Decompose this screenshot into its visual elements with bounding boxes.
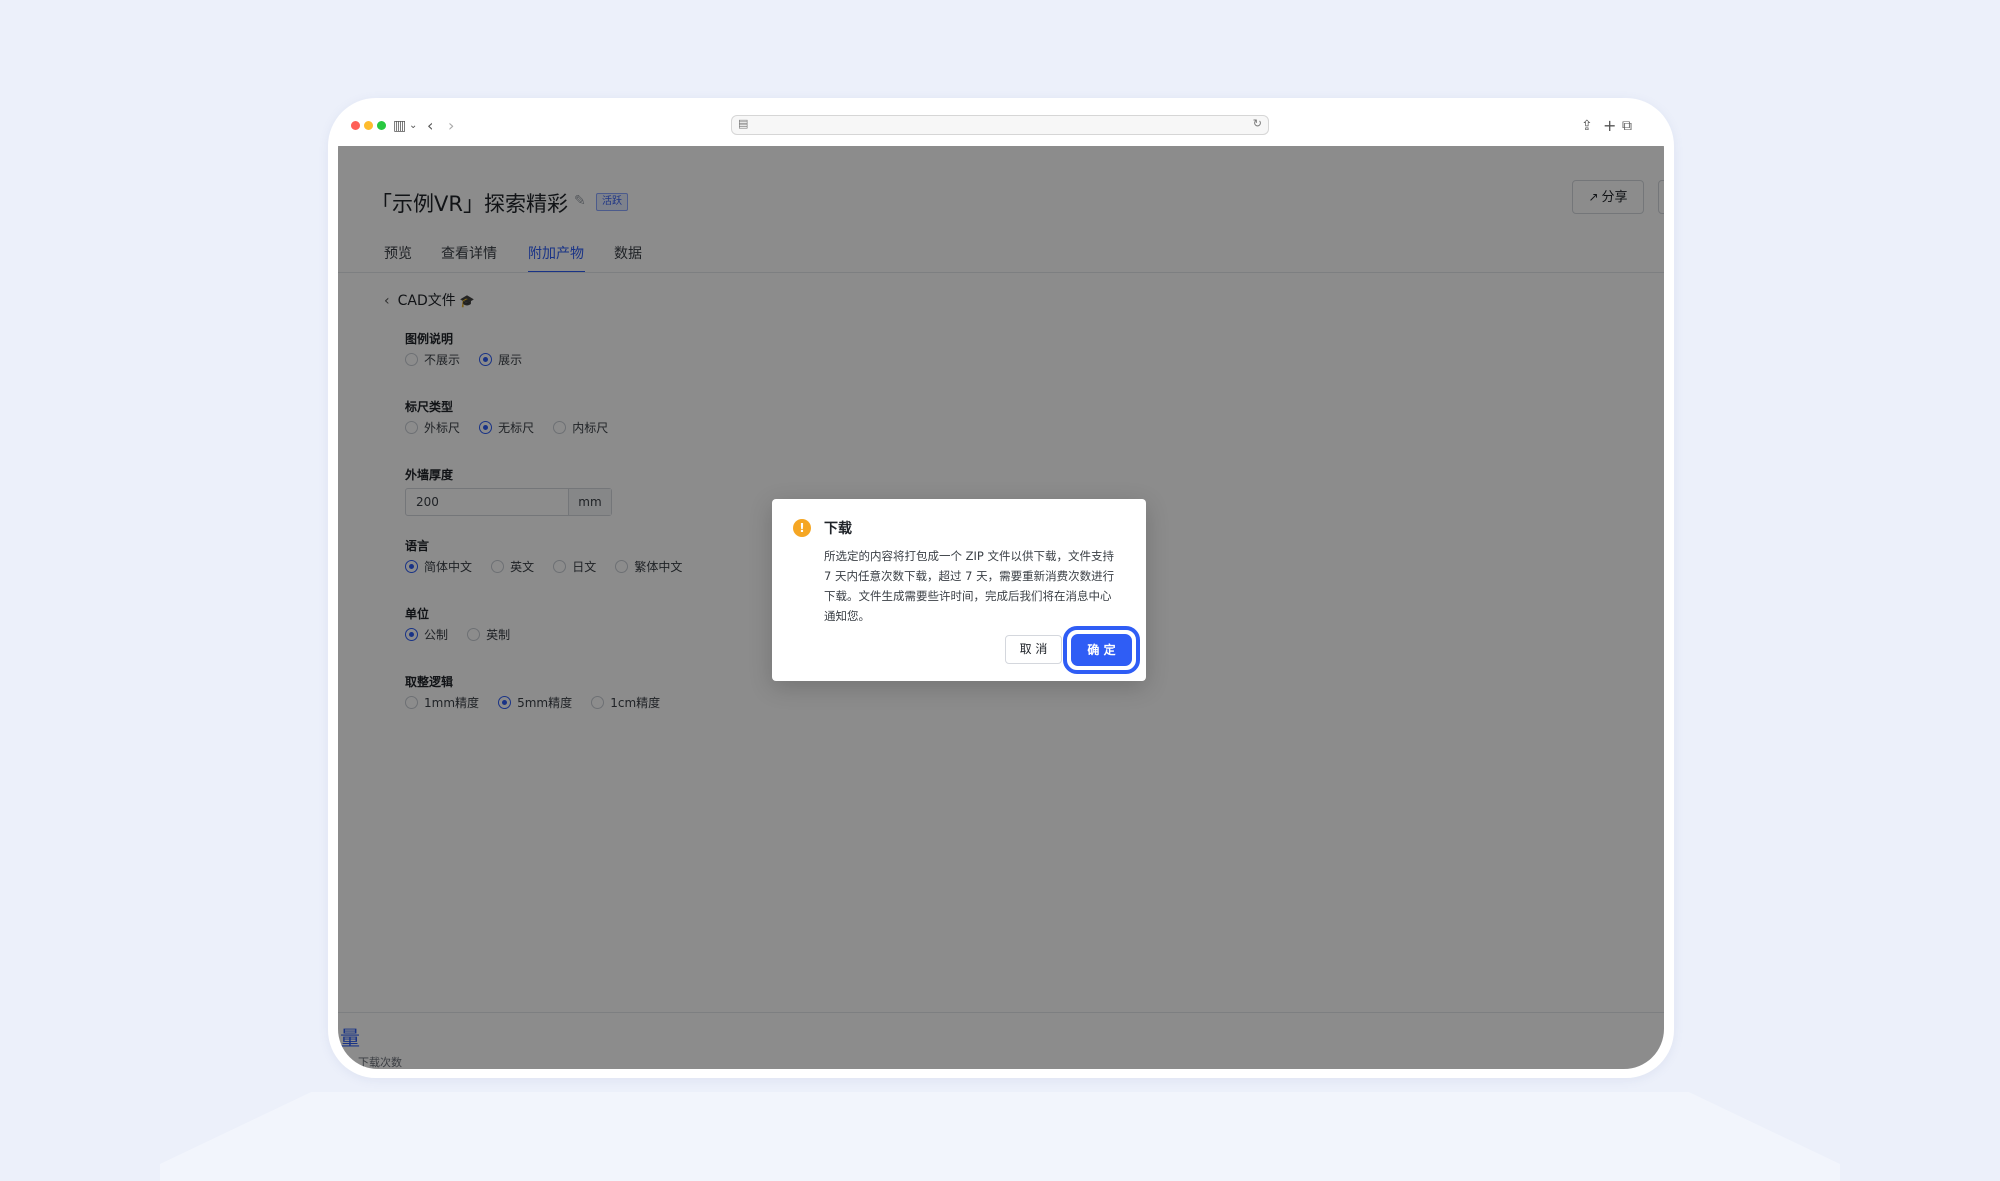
address-bar[interactable]: ▤ ↻ xyxy=(731,115,1269,135)
cancel-button[interactable]: 取 消 xyxy=(1005,635,1062,664)
dialog-message: 所选定的内容将打包成一个 ZIP 文件以供下载，文件支持 7 天内任意次数下载，… xyxy=(824,549,1115,623)
maximize-window-button[interactable] xyxy=(377,121,386,130)
chevron-left-icon[interactable]: ‹ xyxy=(427,115,433,137)
close-window-button[interactable] xyxy=(351,121,360,130)
dialog-title: 下载 xyxy=(824,521,852,537)
warning-icon: ! xyxy=(793,519,811,537)
plus-icon[interactable]: + xyxy=(1603,115,1616,137)
laptop-base xyxy=(160,1092,1840,1181)
browser-toolbar: ▥ ⌄ ‹ › ▤ ↻ ⇪ + ⧉ xyxy=(338,108,1664,146)
site-info-icon[interactable]: ▤ xyxy=(738,117,748,130)
share-icon[interactable]: ⇪ xyxy=(1581,115,1593,137)
sidebar-icon[interactable]: ▥ xyxy=(393,115,406,137)
browser-window: ▥ ⌄ ‹ › ▤ ↻ ⇪ + ⧉ 「示例VR」探索精彩 ✎ 活跃 ↗ 分享 预览… xyxy=(338,108,1664,1069)
tabs-icon[interactable]: ⧉ xyxy=(1622,115,1632,137)
chevron-down-icon[interactable]: ⌄ xyxy=(409,115,417,137)
confirm-button[interactable]: 确 定 xyxy=(1069,632,1134,668)
minimize-window-button[interactable] xyxy=(364,121,373,130)
reload-icon[interactable]: ↻ xyxy=(1253,117,1262,130)
chevron-right-icon[interactable]: › xyxy=(448,115,454,137)
download-dialog: ! 下载 所选定的内容将打包成一个 ZIP 文件以供下载，文件支持 7 天内任意… xyxy=(772,499,1146,681)
